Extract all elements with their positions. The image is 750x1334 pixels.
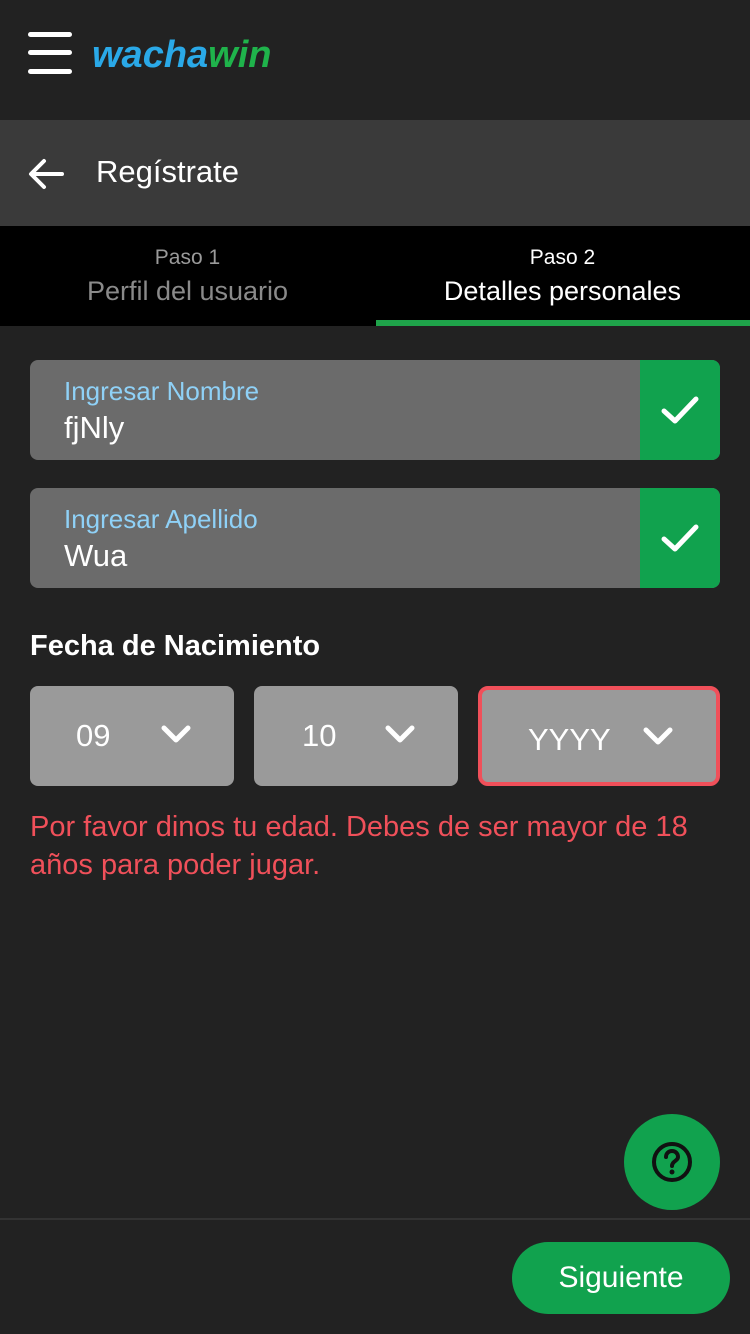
dob-error-message: Por favor dinos tu edad. Debes de ser ma… [30, 811, 688, 881]
last-name-valid-badge [640, 488, 720, 588]
chevron-down-icon [643, 727, 673, 745]
dob-label: Fecha de Nacimiento [30, 630, 321, 662]
year-value: YYYY [528, 722, 611, 757]
check-icon [661, 524, 699, 552]
day-value: 09 [76, 718, 111, 753]
last-name-label: Ingresar Apellido [64, 504, 258, 534]
help-button[interactable] [624, 1114, 720, 1210]
hamburger-menu-icon[interactable] [28, 32, 72, 74]
arrow-left-icon[interactable] [26, 154, 66, 194]
next-button[interactable]: Siguiente [512, 1242, 730, 1314]
logo-part-1: wacha [92, 34, 209, 76]
step-tabs: Paso 1 Perfil del usuario Paso 2 Detalle… [0, 226, 750, 326]
last-name-input[interactable]: Wua [64, 538, 624, 574]
logo-part-2: win [208, 34, 272, 76]
day-select[interactable]: 09 [30, 686, 234, 786]
year-select[interactable]: YYYY [478, 686, 720, 786]
top-header: wachawin [0, 0, 750, 120]
last-name-field[interactable]: Ingresar Apellido Wua [30, 488, 720, 588]
step-1-label: Perfil del usuario [86, 276, 289, 306]
month-select[interactable]: 10 [254, 686, 458, 786]
page-title: Regístrate [96, 154, 240, 189]
chevron-down-icon [161, 725, 191, 743]
month-value: 10 [302, 718, 337, 753]
tab-step-2[interactable]: Paso 2 Detalles personales [375, 226, 750, 326]
chevron-down-icon [385, 725, 415, 743]
footer-divider [0, 1218, 750, 1220]
step-2-label: Detalles personales [443, 276, 682, 306]
wachawin-logo[interactable]: wachawin [92, 34, 272, 84]
page-header: Regístrate [0, 120, 750, 226]
first-name-valid-badge [640, 360, 720, 460]
first-name-input[interactable]: fjNly [64, 410, 624, 446]
active-step-indicator [376, 320, 750, 326]
step-2-number: Paso 2 [529, 246, 596, 269]
question-circle-icon [652, 1142, 692, 1182]
first-name-field[interactable]: Ingresar Nombre fjNly [30, 360, 720, 460]
check-icon [661, 396, 699, 424]
tab-step-1[interactable]: Paso 1 Perfil del usuario [0, 226, 375, 326]
step-1-number: Paso 1 [154, 246, 221, 269]
first-name-label: Ingresar Nombre [64, 376, 260, 406]
